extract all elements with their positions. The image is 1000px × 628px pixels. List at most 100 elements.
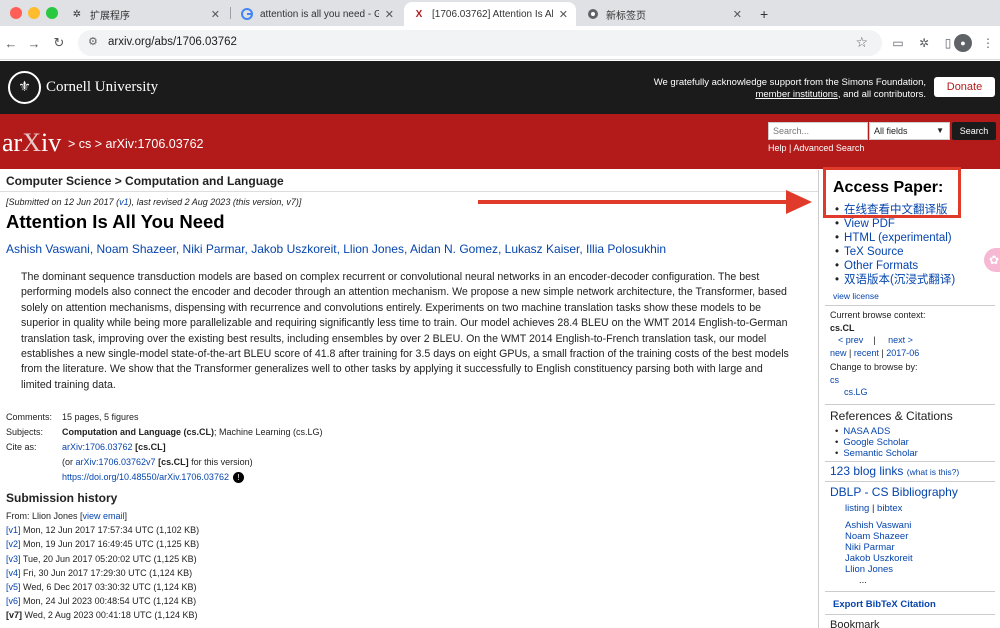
breadcrumb[interactable]: > cs > arXiv:1706.03762 — [68, 137, 204, 151]
paper-metadata: Comments: 15 pages, 5 figures Subjects: Co… — [6, 412, 323, 483]
cite-version-link[interactable]: arXiv:1706.03762v7 — [76, 457, 156, 467]
help-link[interactable]: Help — [768, 143, 787, 153]
close-window-button[interactable] — [10, 7, 22, 19]
search-input[interactable]: Search... — [768, 122, 868, 140]
tex-source-link[interactable]: TeX Source — [844, 246, 903, 258]
version-link[interactable]: [v3] — [6, 554, 21, 564]
ack-line-rest: , and all contributors. — [837, 89, 926, 100]
context-label: Current browse context: — [830, 310, 926, 320]
annotation-arrow-head — [786, 190, 812, 214]
comments-label: Comments: — [6, 412, 53, 422]
view-email-link[interactable]: view email — [83, 511, 125, 521]
view-pdf-link[interactable]: View PDF — [844, 218, 895, 230]
version-link[interactable]: [v5] — [6, 582, 21, 592]
close-tab-icon[interactable]: ✕ — [211, 8, 220, 21]
blog-links[interactable]: 123 blog links (what is this?) — [830, 464, 959, 478]
tab-label: 新标签页 — [606, 10, 646, 22]
context-value: cs.CL — [830, 322, 855, 333]
dblp-author-link[interactable]: Ashish Vaswani — [845, 520, 913, 531]
version-row: [v4] Fri, 30 Jun 2017 17:29:30 UTC (1,12… — [6, 567, 193, 578]
address-bar[interactable]: ⚙ arxiv.org/abs/1706.03762 ☆ — [78, 30, 882, 56]
search-field-value: All fields — [874, 126, 908, 136]
primary-subject: Computation and Language (cs.CL) — [62, 427, 214, 437]
dblp-author-link[interactable]: Noam Shazeer — [845, 531, 913, 542]
new-link[interactable]: new — [830, 348, 847, 358]
google-scholar-link[interactable]: Google Scholar — [843, 437, 908, 448]
prev-link[interactable]: < prev — [838, 335, 863, 345]
dblp-listing-link[interactable]: listing — [845, 503, 869, 514]
donate-button[interactable]: Donate — [934, 77, 995, 97]
minimize-window-button[interactable] — [28, 7, 40, 19]
close-tab-icon[interactable]: ✕ — [385, 8, 394, 21]
dblp-bibtex-link[interactable]: bibtex — [877, 503, 902, 514]
dblp-title[interactable]: DBLP - CS Bibliography — [830, 485, 958, 499]
cite-link[interactable]: arXiv:1706.03762 — [62, 442, 133, 452]
arxiv-logo[interactable]: arXiv — [2, 128, 61, 158]
browse-context: Current browse context: cs.CL < prev | n… — [830, 310, 926, 397]
version-link[interactable]: [v2] — [6, 539, 21, 549]
current-version: [v7] — [6, 610, 23, 621]
info-icon[interactable]: ! — [232, 472, 244, 483]
date-link[interactable]: 2017-06 — [886, 348, 919, 358]
back-arrow-icon[interactable]: ← — [2, 34, 20, 52]
subjects-label: Subjects: — [6, 427, 44, 437]
nasa-ads-link[interactable]: NASA ADS — [843, 426, 890, 437]
close-tab-icon[interactable]: ✕ — [733, 8, 742, 21]
abstract: The dominant sequence transduction model… — [21, 271, 789, 391]
export-bibtex-link[interactable]: Export BibTeX Citation — [833, 599, 936, 610]
recent-link[interactable]: recent — [854, 348, 879, 358]
arxiv-icon: X — [415, 8, 423, 20]
member-institutions-link[interactable]: member institutions — [755, 89, 837, 100]
next-link[interactable]: next > — [888, 335, 913, 345]
browse-cs-link[interactable]: cs — [830, 375, 839, 385]
tab-extensions[interactable]: ✲ 扩展程序 ✕ — [62, 2, 228, 26]
tab-arxiv[interactable]: X [1706.03762] Attention Is All Y ✕ — [404, 2, 576, 26]
other-formats-link[interactable]: Other Formats — [844, 260, 918, 272]
view-license-link[interactable]: view license — [833, 291, 879, 301]
what-is-this-link[interactable]: (what is this?) — [907, 467, 959, 477]
reading-list-icon[interactable]: ▭ — [890, 35, 906, 51]
author-list[interactable]: Ashish Vaswani, Noam Shazeer, Niki Parma… — [6, 242, 666, 256]
cornell-logo-text[interactable]: Cornell University — [46, 79, 158, 96]
version-link[interactable]: [v4] — [6, 568, 21, 578]
cite-label: Cite as: — [6, 442, 37, 452]
bookmark-star-icon[interactable]: ☆ — [855, 34, 868, 51]
dblp-author-link[interactable]: Jakob Uszkoreit — [845, 553, 913, 564]
paper-title: Attention Is All You Need — [6, 211, 225, 232]
html-link[interactable]: HTML (experimental) — [844, 232, 952, 244]
version-1-link[interactable]: v1 — [119, 197, 129, 207]
ack-line: We gratefully acknowledge support from t… — [653, 77, 926, 88]
version-link[interactable]: [v1] — [6, 525, 21, 535]
version-row: [v5] Wed, 6 Dec 2017 03:30:32 UTC (1,124… — [6, 582, 197, 593]
browser-toolbar: ← → ↻ ⚙ arxiv.org/abs/1706.03762 ☆ ▭ ✲ ▯… — [0, 26, 1000, 60]
avatar[interactable]: ● — [954, 34, 972, 52]
reload-icon[interactable]: ↻ — [50, 34, 68, 52]
doi-link[interactable]: https://doi.org/10.48550/arXiv.1706.0376… — [62, 472, 229, 482]
plus-icon: + — [760, 6, 769, 22]
close-tab-icon[interactable]: ✕ — [559, 8, 568, 21]
version-link[interactable]: [v6] — [6, 596, 21, 606]
maximize-window-button[interactable] — [46, 7, 58, 19]
right-sidebar: Access Paper: • 在线查看中文翻译版 • View PDF • HTML… — [818, 170, 1000, 628]
extensions-icon[interactable]: ✲ — [916, 35, 932, 51]
dblp-authors: Ashish Vaswani Noam Shazeer Niki Parmar … — [845, 520, 913, 586]
bilingual-version-link[interactable]: 双语版本(沉浸式翻译) — [844, 274, 955, 286]
new-tab-button[interactable]: + — [752, 2, 776, 26]
submission-dates: [Submitted on 12 Jun 2017 (v1), last rev… — [6, 197, 302, 207]
advanced-search-link[interactable]: Advanced Search — [793, 143, 864, 153]
more-menu-icon[interactable]: ⋮ — [980, 35, 996, 51]
search-field-select[interactable]: All fields ▼ — [869, 122, 950, 140]
tab-google-search[interactable]: attention is all you need - Goo ✕ — [232, 2, 402, 26]
version-row: [v2] Mon, 19 Jun 2017 16:49:45 UTC (1,12… — [6, 539, 200, 550]
forward-arrow-icon[interactable]: → — [25, 34, 43, 52]
dblp-more: ... — [859, 575, 867, 586]
dblp-author-link[interactable]: Niki Parmar — [845, 542, 913, 553]
cornell-seal-icon[interactable]: ⚜ — [8, 71, 41, 104]
site-info-icon[interactable]: ⚙ — [88, 35, 98, 48]
tab-new-tab[interactable]: 新标签页 ✕ — [578, 2, 750, 26]
browse-cslg-link[interactable]: cs.LG — [844, 387, 868, 397]
dblp-author-link[interactable]: Llion Jones — [845, 564, 913, 575]
browser-tab-bar: ✲ 扩展程序 ✕ attention is all you need - Goo… — [0, 0, 1000, 26]
semantic-scholar-link[interactable]: Semantic Scholar — [843, 448, 917, 459]
search-button[interactable]: Search — [952, 122, 996, 140]
